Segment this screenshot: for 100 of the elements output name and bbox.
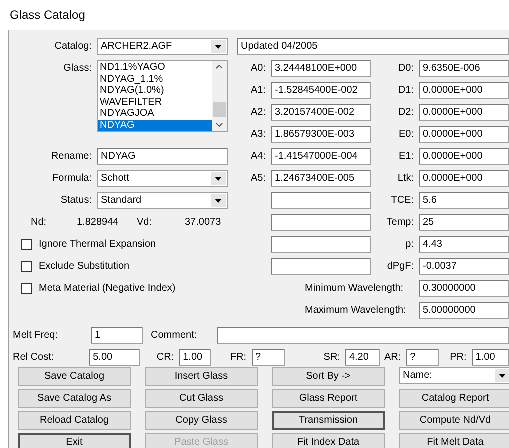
coefficient-field[interactable]: 3.24448100E+000	[271, 60, 371, 77]
sort-dropdown[interactable]: Name:	[399, 367, 509, 384]
cost-label: AR:	[384, 350, 402, 364]
checkbox[interactable]	[21, 283, 32, 294]
property-label: p:	[404, 238, 415, 252]
vd-label: Vd:	[137, 216, 154, 230]
wavelength-field[interactable]: 5.00000000	[419, 302, 509, 319]
action-button[interactable]: Cut Glass	[145, 389, 258, 408]
property-field[interactable]: 4.43	[419, 236, 509, 253]
property-field[interactable]: 0.0000E+000	[419, 104, 509, 121]
scrollbar[interactable]	[212, 61, 227, 131]
coefficient-field[interactable]: -1.52845400E-002	[271, 82, 371, 99]
checkbox-label: Exclude Substitution	[39, 261, 130, 272]
formula-dropdown[interactable]: Schott	[97, 170, 228, 187]
scrollbar-thumb[interactable]	[213, 102, 226, 117]
list-item[interactable]: WAVEFILTER	[98, 96, 212, 108]
coefficient-label: A3:	[250, 128, 267, 142]
cost-label: CR:	[156, 350, 176, 364]
cost-label: FR:	[229, 350, 248, 364]
checkbox-label: Ignore Thermal Expansion	[39, 239, 156, 250]
property-label: Ltk:	[396, 172, 415, 186]
list-item[interactable]: NDYAG(1.0%)	[98, 85, 212, 96]
input-field[interactable]	[271, 236, 371, 253]
checkbox-label: Meta Material (Negative Index)	[39, 283, 176, 294]
coefficient-label: A4:	[250, 150, 267, 164]
list-item[interactable]: NDYAG	[98, 120, 212, 131]
input-field[interactable]	[271, 192, 371, 209]
action-button[interactable]: Copy Glass	[145, 411, 258, 430]
coefficient-field[interactable]: 1.86579300E-003	[271, 126, 371, 143]
property-field[interactable]: 0.0000E+000	[419, 148, 509, 165]
coefficient-label: A2:	[250, 106, 267, 120]
caret-icon	[499, 374, 506, 378]
property-field[interactable]: 9.6350E-006	[419, 60, 509, 77]
cost-field[interactable]: ?	[252, 348, 285, 366]
wavelength-label: Minimum Wavelength:	[304, 282, 405, 296]
coefficient-field[interactable]: 1.24673400E-005	[271, 170, 371, 187]
action-button[interactable]: Sort By ->	[272, 367, 385, 386]
catalog-label: Catalog:	[54, 40, 93, 54]
action-button[interactable]: Reload Catalog	[18, 411, 131, 430]
property-label: Temp:	[386, 216, 415, 230]
coefficient-field[interactable]: -1.41547000E-004	[271, 148, 371, 165]
property-label: E0:	[398, 128, 415, 142]
property-label: TCE:	[390, 194, 415, 208]
glass-list[interactable]: ND1.1%YAGO NDYAG_1.1% NDYAG(1.0%) WAVEFILTER NDYAGJOA NDYAG	[97, 60, 228, 132]
catalog-note-field[interactable]: Updated 04/2005	[237, 38, 509, 55]
cost-label: Rel Cost:	[13, 350, 56, 364]
coefficient-label: A1:	[250, 84, 267, 98]
list-item[interactable]: NDYAGJOA	[98, 108, 212, 120]
coefficient-label: A0:	[250, 62, 267, 76]
action-button[interactable]: Fit Index Data	[272, 433, 385, 448]
melt-freq-field[interactable]: 1	[91, 326, 143, 344]
nd-value: 1.828944	[76, 216, 120, 230]
action-button[interactable]: Transmission	[272, 411, 385, 430]
comment-label: Comment:	[150, 330, 198, 340]
rename-field[interactable]: NDYAG	[97, 148, 228, 165]
action-button[interactable]: Exit	[18, 433, 131, 448]
status-label: Status:	[60, 194, 93, 208]
cost-field[interactable]: ?	[406, 348, 440, 366]
input-field[interactable]	[271, 258, 371, 275]
cost-field[interactable]: 4.20	[345, 348, 380, 366]
checkbox[interactable]	[21, 261, 32, 272]
checkbox[interactable]	[21, 239, 32, 250]
catalog-dropdown[interactable]: ARCHER2.AGF	[97, 38, 228, 55]
action-button[interactable]: Catalog Report	[399, 389, 509, 408]
status-dropdown[interactable]: Standard	[97, 192, 228, 209]
list-item[interactable]: ND1.1%YAGO	[98, 62, 212, 74]
property-field[interactable]: 0.0000E+000	[419, 82, 509, 99]
property-field[interactable]: 5.6	[419, 192, 509, 209]
rename-label: Rename:	[50, 150, 93, 164]
property-field[interactable]: 0.0000E+000	[419, 126, 509, 143]
list-item[interactable]: NDYAG_1.1%	[98, 74, 212, 85]
coefficient-label: A5:	[250, 172, 267, 186]
action-button[interactable]: Save Catalog	[18, 367, 131, 386]
action-button[interactable]: Insert Glass	[145, 367, 258, 386]
cost-field[interactable]: 1.00	[472, 348, 509, 366]
comment-field[interactable]	[217, 326, 509, 344]
property-field[interactable]: 0.0000E+000	[419, 170, 509, 187]
input-field[interactable]	[271, 214, 371, 231]
caret-icon	[215, 176, 222, 180]
window-title: Glass Catalog	[9, 7, 86, 24]
property-field[interactable]: -0.0037	[419, 258, 509, 275]
cost-field[interactable]: 1.00	[179, 348, 212, 366]
action-button[interactable]: Fit Melt Data	[399, 433, 509, 448]
property-label: E1:	[398, 150, 415, 164]
property-label: D1:	[397, 84, 415, 98]
wavelength-label: Maximum Wavelength:	[304, 304, 408, 318]
property-label: D2:	[397, 106, 415, 120]
cost-label: PR:	[449, 350, 468, 364]
cost-field[interactable]: 5.00	[89, 348, 140, 366]
property-field[interactable]: 25	[419, 214, 509, 231]
coefficient-field[interactable]: 3.20157400E-002	[271, 104, 371, 121]
formula-label: Formula:	[52, 172, 93, 186]
action-button[interactable]: Compute Nd/Vd	[399, 411, 509, 430]
action-button[interactable]: Glass Report	[272, 389, 385, 408]
action-button[interactable]: Save Catalog As	[18, 389, 131, 408]
wavelength-field[interactable]: 0.30000000	[419, 280, 509, 297]
glass-label: Glass:	[62, 62, 93, 76]
caret-icon	[215, 198, 222, 202]
melt-freq-label: Melt Freq:	[13, 330, 60, 340]
vd-value: 37.0073	[185, 216, 222, 230]
